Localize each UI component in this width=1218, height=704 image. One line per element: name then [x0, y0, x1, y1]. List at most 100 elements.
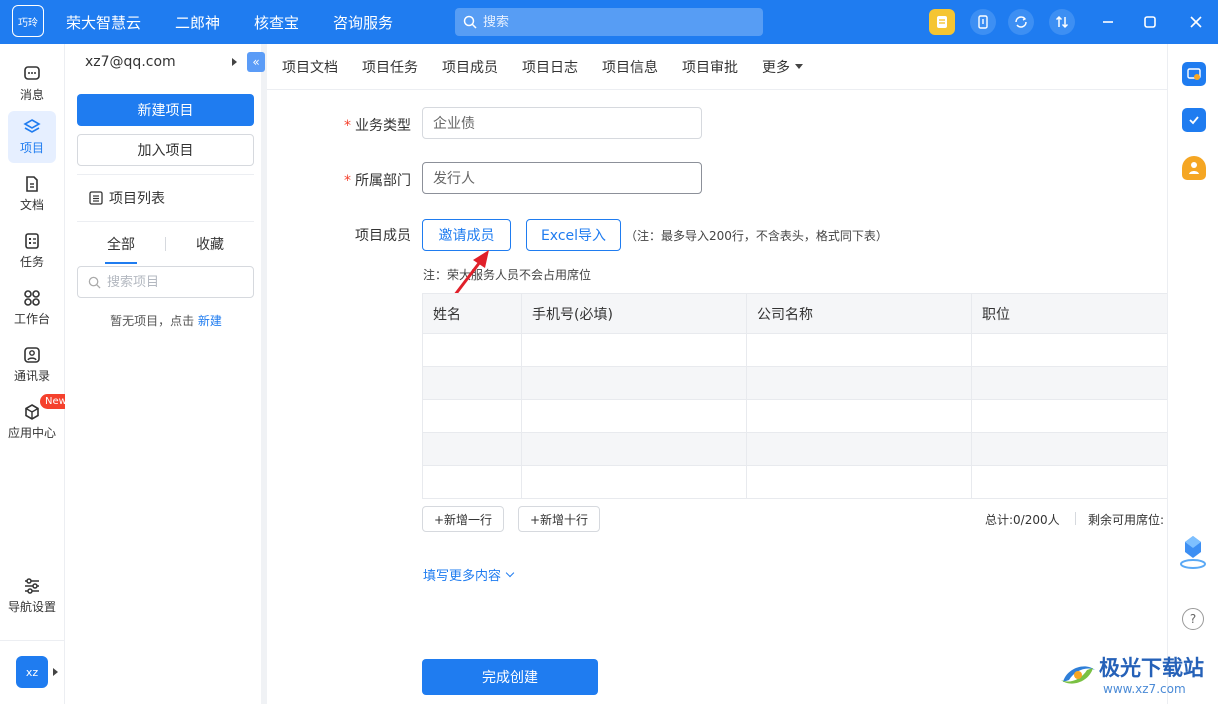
invite-members-button[interactable]: 邀请成员: [422, 219, 511, 251]
col-company: 公司名称: [746, 294, 971, 333]
task-icon: [25, 233, 39, 249]
cell-company[interactable]: [746, 334, 971, 366]
create-link[interactable]: 新建: [198, 314, 222, 328]
cell-name[interactable]: [422, 334, 521, 366]
cell-company[interactable]: [746, 400, 971, 432]
collapse-sidebar-icon[interactable]: «: [247, 52, 265, 72]
topnav-item-hechabao[interactable]: 核查宝: [254, 12, 299, 33]
cell-position[interactable]: [971, 433, 1167, 465]
cell-position[interactable]: [971, 400, 1167, 432]
assistant-icon[interactable]: [1178, 532, 1208, 570]
cell-name[interactable]: [422, 466, 521, 498]
rail-item-workbench[interactable]: 工作台: [8, 282, 56, 334]
tab-project-tasks[interactable]: 项目任务: [362, 57, 418, 77]
tab-project-docs[interactable]: 项目文档: [282, 57, 338, 77]
cell-position[interactable]: [971, 466, 1167, 498]
avatar[interactable]: xz: [16, 656, 48, 688]
right-rail: ?: [1167, 44, 1218, 704]
cell-name[interactable]: [422, 400, 521, 432]
create-project-form: *业务类型 *所属部门 项目成员 邀请成员 Excel导入 （注：最多导入200…: [267, 90, 1167, 704]
cell-company[interactable]: [746, 433, 971, 465]
cell-phone[interactable]: [521, 334, 746, 366]
remaining-seats: 剩余可用席位:: [1088, 513, 1165, 527]
account-arrow-icon[interactable]: [232, 58, 237, 66]
tab-all[interactable]: 全部: [77, 234, 165, 264]
tab-project-log[interactable]: 项目日志: [522, 57, 578, 77]
topnav-item-erlangshen[interactable]: 二郎神: [175, 12, 220, 33]
table-row: [422, 367, 1167, 400]
department-field[interactable]: [422, 162, 702, 194]
fill-more-content-link[interactable]: 填写更多内容: [423, 565, 515, 584]
excel-import-button[interactable]: Excel导入: [526, 219, 621, 251]
todo-check-icon[interactable]: [1182, 108, 1206, 132]
left-rail: 消息 项目 文档 任务 工作台 通讯录 应用中心 New 导航设置 xz: [0, 44, 72, 704]
project-search[interactable]: [77, 266, 254, 298]
table-row: [422, 334, 1167, 367]
tab-project-info[interactable]: 项目信息: [602, 57, 658, 77]
department-label: * 所属部门: [344, 173, 411, 189]
topnav-item-rongda[interactable]: 荣大智慧云: [66, 12, 141, 33]
maximize-icon[interactable]: [1140, 12, 1160, 32]
project-list-title: 项目列表: [89, 188, 165, 208]
watermark-logo-icon: [1061, 666, 1095, 684]
cell-company[interactable]: [746, 466, 971, 498]
rail-item-contacts[interactable]: 通讯录: [8, 339, 56, 391]
cell-phone[interactable]: [521, 466, 746, 498]
cell-phone[interactable]: [521, 367, 746, 399]
notes-icon[interactable]: [929, 9, 955, 35]
search-icon: [88, 276, 101, 289]
help-icon[interactable]: ?: [1182, 608, 1204, 630]
members-label: 项目成员: [355, 228, 411, 244]
refresh-icon[interactable]: [1008, 9, 1034, 35]
cell-name[interactable]: [422, 433, 521, 465]
sidebar-divider: [77, 174, 254, 175]
finish-create-button[interactable]: 完成创建: [422, 659, 598, 695]
col-name: 姓名: [422, 294, 521, 333]
cell-phone[interactable]: [521, 400, 746, 432]
empty-projects-note: 暂无项目，点击 新建: [110, 314, 222, 328]
cell-phone[interactable]: [521, 433, 746, 465]
cell-position[interactable]: [971, 334, 1167, 366]
project-filter-tabs: 全部 收藏: [77, 234, 254, 264]
tab-project-approval[interactable]: 项目审批: [682, 57, 738, 77]
global-search-input[interactable]: [483, 14, 743, 30]
minimize-icon[interactable]: [1098, 12, 1118, 32]
rail-item-messages[interactable]: 消息: [8, 58, 56, 110]
tab-project-members[interactable]: 项目成员: [442, 57, 498, 77]
rail-item-documents[interactable]: 文档: [8, 168, 56, 220]
tab-more[interactable]: 更多: [762, 57, 803, 77]
rail-item-nav-settings[interactable]: 导航设置: [8, 570, 56, 622]
meeting-icon[interactable]: [1182, 62, 1206, 86]
import-hint: （注：最多导入200行，不含表头，格式同下表）: [625, 229, 888, 243]
add-one-row-button[interactable]: +新增一行: [422, 506, 504, 532]
transfer-icon[interactable]: [1049, 9, 1075, 35]
list-icon: [89, 191, 103, 205]
add-ten-rows-button[interactable]: +新增十行: [518, 506, 600, 532]
mobile-sync-icon[interactable]: [970, 9, 996, 35]
col-phone: 手机号(必填): [521, 294, 746, 333]
rail-item-tasks[interactable]: 任务: [8, 225, 56, 277]
new-project-button[interactable]: 新建项目: [77, 94, 254, 126]
topnav-item-consulting[interactable]: 咨询服务: [333, 12, 393, 33]
watermark-url: www.xz7.com: [1103, 682, 1186, 696]
search-icon: [463, 15, 477, 29]
cell-name[interactable]: [422, 367, 521, 399]
account-email[interactable]: xz7@qq.com: [85, 54, 176, 70]
close-icon[interactable]: [1186, 12, 1206, 32]
members-table: 姓名 手机号(必填) 公司名称 职位: [422, 293, 1167, 499]
join-project-button[interactable]: 加入项目: [77, 134, 254, 166]
sliders-icon: [25, 578, 39, 594]
rail-item-app-center[interactable]: 应用中心 New: [8, 394, 72, 448]
project-search-input[interactable]: [107, 274, 247, 290]
tab-favorites[interactable]: 收藏: [166, 234, 254, 258]
rail-item-projects[interactable]: 项目: [8, 111, 56, 163]
avatar-arrow-icon[interactable]: [53, 668, 58, 676]
business-type-field[interactable]: [422, 107, 702, 139]
user-service-icon[interactable]: [1182, 156, 1206, 180]
cell-company[interactable]: [746, 367, 971, 399]
project-icon: [23, 119, 41, 133]
watermark-title: 极光下载站: [1099, 656, 1204, 680]
cell-position[interactable]: [971, 367, 1167, 399]
app-logo: 巧玲: [12, 5, 44, 37]
global-search[interactable]: [455, 8, 763, 36]
